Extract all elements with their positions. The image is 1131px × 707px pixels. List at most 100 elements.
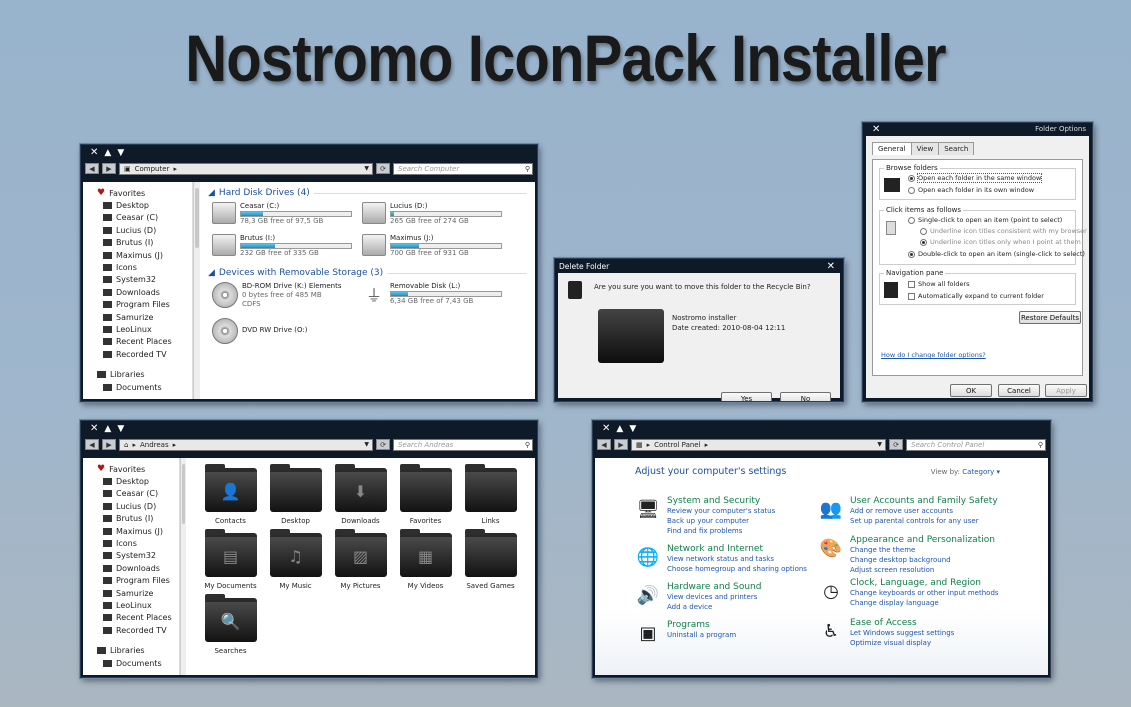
checkbox-show-all-folders[interactable]: Show all folders (908, 280, 970, 288)
category-title[interactable]: Network and Internet (667, 544, 807, 554)
category-title[interactable]: Clock, Language, and Region (850, 578, 999, 588)
folder-item[interactable]: 🔍 Searches (198, 594, 263, 655)
sidebar-item[interactable]: Downloads (97, 286, 192, 298)
tab-general[interactable]: General (872, 142, 912, 155)
chevron-down-icon[interactable]: ▼ (364, 165, 369, 172)
radio-same-window[interactable]: Open each folder in the same window (908, 173, 1043, 183)
checkbox-auto-expand[interactable]: Automatically expand to current folder (908, 292, 1044, 300)
sidebar-item[interactable]: Ceasar (C) (97, 488, 179, 500)
sidebar-item[interactable]: Icons (97, 261, 192, 273)
folder-item[interactable]: ⬇ Downloads (328, 464, 393, 525)
category-link[interactable]: Optimize visual display (850, 638, 954, 648)
folder-item[interactable]: 👤 Contacts (198, 464, 263, 525)
category-link[interactable]: Change desktop background (850, 555, 995, 565)
sidebar-item[interactable]: Lucius (D) (97, 500, 179, 512)
folder-item[interactable]: Saved Games (458, 529, 523, 590)
view-by-selector[interactable]: View by: Category ▾ (931, 468, 1000, 476)
sidebar-item[interactable]: Libraries (97, 368, 192, 380)
drive-item[interactable]: Brutus (I:) 232 GB free of 335 GB (212, 234, 362, 262)
minimize-button[interactable]: ▲ (104, 148, 111, 158)
category-title[interactable]: User Accounts and Family Safety (850, 496, 998, 506)
category-link[interactable]: Set up parental controls for any user (850, 516, 998, 526)
maximize-button[interactable]: ▼ (117, 424, 124, 434)
sidebar-item[interactable]: Maximus (J) (97, 249, 192, 261)
forward-button[interactable]: ▶ (614, 439, 628, 450)
chevron-down-icon[interactable]: ▼ (364, 441, 369, 448)
yes-button[interactable]: Yes (721, 392, 772, 401)
sidebar-item[interactable]: Samurize (97, 311, 192, 323)
search-icon[interactable]: ⚲ (525, 441, 530, 449)
close-button[interactable]: ✕ (90, 147, 98, 158)
forward-button[interactable]: ▶ (102, 439, 116, 450)
sidebar-item[interactable]: Icons (97, 537, 179, 549)
group-hard-disk-drives[interactable]: ◢ Hard Disk Drives (4) (208, 186, 527, 200)
close-button[interactable]: ✕ (90, 423, 98, 434)
sidebar-item[interactable]: Desktop (97, 475, 179, 487)
sidebar-item[interactable]: Recorded TV (97, 624, 179, 636)
category-link[interactable]: Add or remove user accounts (850, 506, 998, 516)
folder-item[interactable]: Favorites (393, 464, 458, 525)
back-button[interactable]: ◀ (85, 163, 99, 174)
tab-search[interactable]: Search (938, 142, 975, 155)
refresh-button[interactable]: ⟳ (376, 439, 390, 450)
maximize-button[interactable]: ▼ (117, 148, 124, 158)
category-title[interactable]: Appearance and Personalization (850, 535, 995, 545)
sidebar-item[interactable]: System32 (97, 274, 192, 286)
category-link[interactable]: Find and fix problems (667, 526, 775, 536)
sidebar-item[interactable]: Libraries (97, 644, 179, 656)
drive-item[interactable]: Maximus (J:) 700 GB free of 931 GB (362, 234, 512, 262)
help-link[interactable]: How do I change folder options? (881, 351, 986, 359)
refresh-button[interactable]: ⟳ (889, 439, 903, 450)
scrollbar-thumb[interactable] (181, 464, 185, 524)
radio-single-click[interactable]: Single-click to open an item (point to s… (908, 216, 1062, 224)
category-link[interactable]: Uninstall a program (667, 630, 736, 640)
group-removable-storage[interactable]: ◢ Devices with Removable Storage (3) (208, 266, 527, 280)
sidebar-item[interactable]: Desktop (97, 199, 192, 211)
sidebar-item[interactable]: System32 (97, 550, 179, 562)
search-input[interactable]: Search Andreas ⚲ (393, 438, 533, 451)
drive-item-bdrom[interactable]: BD-ROM Drive (K:) Elements 0 bytes free o… (212, 282, 362, 310)
radio-own-window[interactable]: Open each folder in its own window (908, 186, 1034, 194)
category-title[interactable]: Ease of Access (850, 618, 954, 628)
sidebar-item[interactable]: LeoLinux (97, 323, 192, 335)
drive-item[interactable]: Ceasar (C:) 78,3 GB free of 97,5 GB (212, 202, 362, 230)
no-button[interactable]: No (780, 392, 831, 401)
search-input[interactable]: Search Control Panel ⚲ (906, 438, 1046, 451)
sidebar-item[interactable]: Program Files (97, 299, 192, 311)
sidebar-item[interactable]: Lucius (D) (97, 224, 192, 236)
category-link[interactable]: View devices and printers (667, 592, 761, 602)
minimize-button[interactable]: ▲ (616, 424, 623, 434)
search-input[interactable]: Search Computer ⚲ (393, 162, 533, 175)
folder-item[interactable]: ♫ My Music (263, 529, 328, 590)
folder-item[interactable]: Links (458, 464, 523, 525)
folder-item[interactable]: Desktop (263, 464, 328, 525)
chevron-down-icon[interactable]: ▾ (996, 468, 1000, 476)
close-button[interactable]: ✕ (827, 261, 835, 272)
sidebar-item[interactable]: Recent Places (97, 336, 192, 348)
sidebar-item[interactable]: Downloads (97, 562, 179, 574)
apply-button[interactable]: Apply (1045, 384, 1087, 397)
back-button[interactable]: ◀ (85, 439, 99, 450)
drive-item[interactable]: Lucius (D:) 265 GB free of 274 GB (362, 202, 512, 230)
minimize-button[interactable]: ▲ (104, 424, 111, 434)
sidebar-item[interactable]: Recent Places (97, 612, 179, 624)
chevron-down-icon[interactable]: ▼ (877, 441, 882, 448)
search-icon[interactable]: ⚲ (525, 165, 530, 173)
radio-underline-point[interactable]: Underline icon titles only when I point … (920, 238, 1081, 246)
folder-item[interactable]: ▤ My Documents (198, 529, 263, 590)
category-link[interactable]: Choose homegroup and sharing options (667, 564, 807, 574)
scrollbar-thumb[interactable] (195, 188, 199, 248)
search-icon[interactable]: ⚲ (1038, 441, 1043, 449)
ok-button[interactable]: OK (950, 384, 992, 397)
address-bar[interactable]: ⌂ ▸ Andreas ▸ ▼ (119, 438, 373, 451)
category-link[interactable]: Back up your computer (667, 516, 775, 526)
sidebar-item[interactable]: Brutus (I) (97, 513, 179, 525)
close-button[interactable]: ✕ (872, 124, 880, 135)
view-by-value[interactable]: Category (962, 468, 994, 476)
category-link[interactable]: Adjust screen resolution (850, 565, 995, 575)
drive-item-dvd[interactable]: DVD RW Drive (O:) (212, 318, 362, 346)
drive-item-removable[interactable]: ⏚ Removable Disk (L:) 6,34 GB free of 7,4… (362, 282, 512, 310)
sidebar-item[interactable]: Brutus (I) (97, 237, 192, 249)
category-title[interactable]: Hardware and Sound (667, 582, 761, 592)
category-link[interactable]: Review your computer's status (667, 506, 775, 516)
